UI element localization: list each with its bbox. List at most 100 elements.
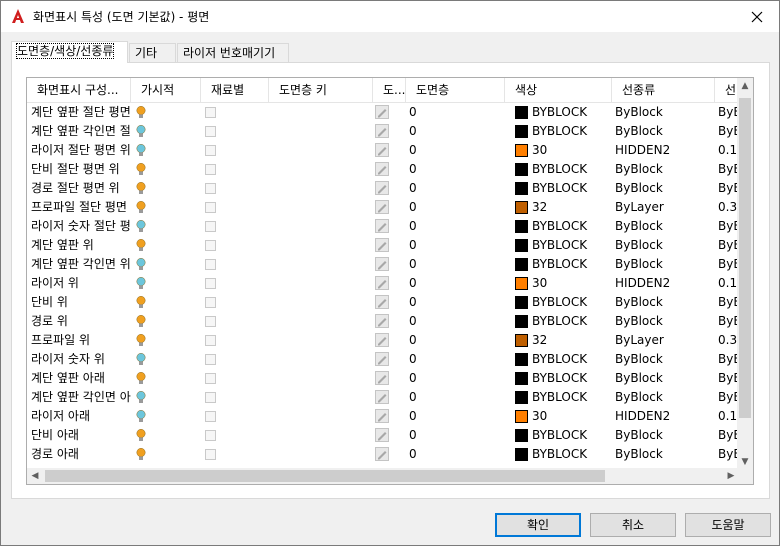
column-header-display-component[interactable]: 화면표시 구성...	[27, 78, 131, 103]
lineweight-cell[interactable]: ByBlock	[718, 445, 739, 464]
color-swatch[interactable]	[515, 410, 528, 423]
color-swatch[interactable]	[515, 296, 528, 309]
layer-override-icon[interactable]	[375, 143, 389, 157]
lineweight-cell[interactable]: ByBlock	[718, 236, 739, 255]
linetype-cell[interactable]: ByLayer	[615, 331, 713, 350]
by-material-checkbox[interactable]	[205, 259, 216, 270]
component-name-cell[interactable]: 라이저 위	[31, 274, 131, 293]
by-material-checkbox[interactable]	[205, 354, 216, 365]
color-swatch[interactable]	[515, 315, 528, 328]
layer-cell[interactable]: 0	[409, 274, 449, 293]
component-name-cell[interactable]: 라이저 숫자 위	[31, 350, 131, 369]
linetype-cell[interactable]: ByBlock	[615, 236, 713, 255]
component-name-cell[interactable]: 단비 위	[31, 293, 131, 312]
linetype-cell[interactable]: ByBlock	[615, 350, 713, 369]
cancel-button[interactable]: 취소	[590, 513, 676, 537]
component-name-cell[interactable]: 단비 절단 평면 위	[31, 160, 131, 179]
layer-cell[interactable]: 0	[409, 426, 449, 445]
linetype-cell[interactable]: ByBlock	[615, 388, 713, 407]
color-swatch[interactable]	[515, 220, 528, 233]
linetype-cell[interactable]: ByBlock	[615, 293, 713, 312]
linetype-cell[interactable]: ByBlock	[615, 369, 713, 388]
layer-cell[interactable]: 0	[409, 388, 449, 407]
lineweight-cell[interactable]: 0.18	[718, 141, 739, 160]
color-cell[interactable]: BYBLOCK	[532, 388, 610, 407]
layer-override-icon[interactable]	[375, 314, 389, 328]
layer-override-icon[interactable]	[375, 276, 389, 290]
layer-cell[interactable]: 0	[409, 103, 449, 122]
layer-cell[interactable]: 0	[409, 160, 449, 179]
color-cell[interactable]: 32	[532, 331, 610, 350]
color-swatch[interactable]	[515, 277, 528, 290]
layer-override-icon[interactable]	[375, 295, 389, 309]
color-cell[interactable]: BYBLOCK	[532, 293, 610, 312]
linetype-cell[interactable]: ByBlock	[615, 217, 713, 236]
close-button[interactable]	[735, 1, 779, 32]
component-name-cell[interactable]: 경로 위	[31, 312, 131, 331]
lineweight-cell[interactable]: ByBlock	[718, 103, 739, 122]
table-row[interactable]: 라이저 숫자 위 0 BYBLOCK ByBlock ByBlock	[27, 350, 739, 369]
tab-other[interactable]: 기타	[129, 43, 176, 63]
by-material-checkbox[interactable]	[205, 316, 216, 327]
layer-override-icon[interactable]	[375, 162, 389, 176]
by-material-checkbox[interactable]	[205, 449, 216, 460]
layer-cell[interactable]: 0	[409, 407, 449, 426]
vertical-scrollbar[interactable]: ▲ ▼	[737, 78, 753, 470]
color-cell[interactable]: 30	[532, 274, 610, 293]
linetype-cell[interactable]: HIDDEN2	[615, 141, 713, 160]
linetype-cell[interactable]: ByBlock	[615, 160, 713, 179]
layer-override-icon[interactable]	[375, 352, 389, 366]
linetype-cell[interactable]: ByBlock	[615, 179, 713, 198]
color-cell[interactable]: 30	[532, 407, 610, 426]
visibility-lightbulb-icon[interactable]	[136, 201, 146, 214]
scroll-left-icon[interactable]: ◀	[27, 468, 43, 484]
by-material-checkbox[interactable]	[205, 240, 216, 251]
by-material-checkbox[interactable]	[205, 335, 216, 346]
component-name-cell[interactable]: 프로파일 절단 평면	[31, 198, 131, 217]
layer-cell[interactable]: 0	[409, 312, 449, 331]
linetype-cell[interactable]: ByBlock	[615, 122, 713, 141]
color-swatch[interactable]	[515, 182, 528, 195]
layer-cell[interactable]: 0	[409, 122, 449, 141]
lineweight-cell[interactable]: 0.18	[718, 407, 739, 426]
color-swatch[interactable]	[515, 125, 528, 138]
linetype-cell[interactable]: HIDDEN2	[615, 407, 713, 426]
by-material-checkbox[interactable]	[205, 297, 216, 308]
color-cell[interactable]: BYBLOCK	[532, 217, 610, 236]
color-cell[interactable]: BYBLOCK	[532, 160, 610, 179]
component-name-cell[interactable]: 라이저 아래	[31, 407, 131, 426]
by-material-checkbox[interactable]	[205, 430, 216, 441]
color-cell[interactable]: BYBLOCK	[532, 236, 610, 255]
tab-riser-numbering[interactable]: 라이저 번호매기기	[177, 43, 289, 63]
column-header-layer-key[interactable]: 도면층 키	[269, 78, 373, 103]
color-swatch[interactable]	[515, 334, 528, 347]
table-row[interactable]: 경로 위 0 BYBLOCK ByBlock ByBlock	[27, 312, 739, 331]
visibility-lightbulb-icon[interactable]	[136, 448, 146, 461]
layer-override-icon[interactable]	[375, 390, 389, 404]
visibility-lightbulb-icon[interactable]	[136, 296, 146, 309]
lineweight-cell[interactable]: ByBlock	[718, 217, 739, 236]
column-header-by-material[interactable]: 재료별	[201, 78, 269, 103]
layer-override-icon[interactable]	[375, 428, 389, 442]
layer-override-icon[interactable]	[375, 219, 389, 233]
visibility-lightbulb-icon[interactable]	[136, 391, 146, 404]
visibility-lightbulb-icon[interactable]	[136, 220, 146, 233]
by-material-checkbox[interactable]	[205, 392, 216, 403]
help-button[interactable]: 도움말	[685, 513, 771, 537]
color-cell[interactable]: BYBLOCK	[532, 103, 610, 122]
layer-cell[interactable]: 0	[409, 141, 449, 160]
vertical-scroll-thumb[interactable]	[739, 98, 751, 418]
table-row[interactable]: 경로 절단 평면 위 0 BYBLOCK ByBlock ByBlock	[27, 179, 739, 198]
layer-cell[interactable]: 0	[409, 331, 449, 350]
color-swatch[interactable]	[515, 391, 528, 404]
by-material-checkbox[interactable]	[205, 221, 216, 232]
linetype-cell[interactable]: ByBlock	[615, 255, 713, 274]
lineweight-cell[interactable]: ByBlock	[718, 293, 739, 312]
lineweight-cell[interactable]: ByBlock	[718, 369, 739, 388]
by-material-checkbox[interactable]	[205, 107, 216, 118]
lineweight-cell[interactable]: ByBlock	[718, 160, 739, 179]
table-row[interactable]: 라이저 아래 0 30 HIDDEN2 0.18	[27, 407, 739, 426]
visibility-lightbulb-icon[interactable]	[136, 315, 146, 328]
by-material-checkbox[interactable]	[205, 126, 216, 137]
layer-cell[interactable]: 0	[409, 293, 449, 312]
